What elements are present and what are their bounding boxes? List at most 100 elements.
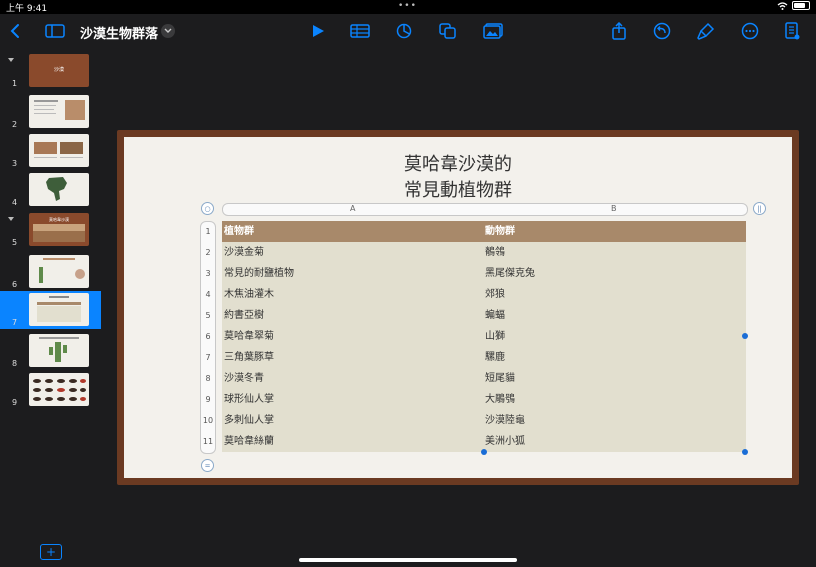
row-number[interactable]: 5 <box>201 311 215 320</box>
table-cell[interactable]: 莫哈韋翠菊 <box>224 326 274 347</box>
table-cell[interactable]: 騾鹿 <box>485 347 505 368</box>
slide-number: 5 <box>12 238 18 247</box>
slide-thumbnail-6[interactable]: 6 <box>0 253 101 291</box>
table-select-handle-icon[interactable]: ○ <box>201 202 214 215</box>
table-cell[interactable]: 球形仙人掌 <box>224 389 274 410</box>
slide-title-line-1: 莫哈韋沙漠的 <box>404 154 512 175</box>
table-row[interactable]: 木焦油灌木 郊狼 <box>222 284 746 306</box>
add-column-handle-icon[interactable]: || <box>753 202 766 215</box>
add-slide-button[interactable]: + <box>40 544 62 560</box>
home-indicator[interactable] <box>299 558 517 562</box>
document-icon[interactable] <box>781 20 803 42</box>
row-number[interactable]: 4 <box>201 290 215 299</box>
slide-preview-title: 莫哈韋沙漠 <box>49 217 69 222</box>
table-cell[interactable]: 大鵰鴞 <box>485 389 515 410</box>
table-row[interactable]: 莫哈韋翠菊 山獅 <box>222 326 746 348</box>
table-row[interactable]: 沙漠冬青 短尾貓 <box>222 368 746 390</box>
table-header-row[interactable]: 植物群 動物群 <box>222 221 746 243</box>
table-row[interactable]: 三角葉豚草 騾鹿 <box>222 347 746 369</box>
status-time: 上午 9:41 <box>6 4 48 14</box>
table-row[interactable]: 多刺仙人掌 沙漠陸龜 <box>222 410 746 432</box>
table-cell[interactable]: 常見的耐鹽植物 <box>224 263 294 284</box>
wifi-icon <box>777 1 788 10</box>
media-icon[interactable] <box>482 20 504 42</box>
slide-preview-title: 沙漠 <box>53 67 64 73</box>
table-cell[interactable]: 美洲小狐 <box>485 431 525 452</box>
slide-thumbnail-7[interactable]: 7 <box>0 291 101 329</box>
share-icon[interactable] <box>608 20 630 42</box>
table-header-cell[interactable]: 動物群 <box>485 221 515 242</box>
table-cell[interactable]: 莫哈韋絲蘭 <box>224 431 274 452</box>
resize-handle-bottom[interactable] <box>481 449 487 455</box>
column-letter-a[interactable]: A <box>350 204 355 213</box>
title-menu-chevron-icon[interactable] <box>161 24 175 38</box>
table-cell[interactable]: 山獅 <box>485 326 505 347</box>
undo-icon[interactable] <box>651 20 673 42</box>
column-header-bar[interactable]: A B <box>222 203 748 216</box>
more-icon[interactable] <box>739 20 761 42</box>
table-icon[interactable] <box>349 20 371 42</box>
shapes-icon[interactable] <box>437 20 459 42</box>
table-row[interactable]: 沙漠金菊 鶺鴒 <box>222 242 746 264</box>
resize-handle-right[interactable] <box>742 333 748 339</box>
slide-title[interactable]: 莫哈韋沙漠的 常見動植物群 <box>124 152 792 204</box>
collapse-disclosure-icon[interactable] <box>8 217 14 221</box>
table-cell[interactable]: 木焦油灌木 <box>224 284 274 305</box>
table-row[interactable]: 球形仙人掌 大鵰鴞 <box>222 389 746 411</box>
row-number[interactable]: 1 <box>201 227 215 236</box>
play-icon[interactable] <box>307 20 329 42</box>
slide-thumbnail-9[interactable]: 9 <box>0 371 101 409</box>
table-cell[interactable]: 沙漠冬青 <box>224 368 264 389</box>
row-number[interactable]: 7 <box>201 353 215 362</box>
table-cell[interactable]: 郊狼 <box>485 284 505 305</box>
slide-number: 7 <box>12 318 18 327</box>
slide-preview: 沙漠 <box>29 54 89 87</box>
back-chevron-icon[interactable] <box>4 20 26 42</box>
slide-preview <box>29 134 89 167</box>
slide-preview <box>29 334 89 367</box>
table-cell[interactable]: 三角葉豚草 <box>224 347 274 368</box>
table-cell[interactable]: 沙漠金菊 <box>224 242 264 263</box>
slide-thumbnail-1[interactable]: 沙漠 1 <box>0 52 101 90</box>
table-cell[interactable]: 蝙蝠 <box>485 305 505 326</box>
add-row-handle-icon[interactable]: = <box>201 459 214 472</box>
status-indicators <box>777 1 810 10</box>
table-cell[interactable]: 鶺鴒 <box>485 242 505 263</box>
slide-thumbnail-5[interactable]: 莫哈韋沙漠 5 <box>0 211 101 249</box>
slide-thumbnail-8[interactable]: 8 <box>0 332 101 370</box>
battery-icon <box>792 1 810 10</box>
chart-icon[interactable] <box>393 20 415 42</box>
table-row[interactable]: 約書亞樹 蝙蝠 <box>222 305 746 327</box>
sidebar-toggle-icon[interactable] <box>44 20 66 42</box>
table-header-cell[interactable]: 植物群 <box>224 221 254 242</box>
row-number[interactable]: 6 <box>201 332 215 341</box>
slide-preview <box>29 373 89 406</box>
row-number[interactable]: 8 <box>201 374 215 383</box>
table-cell[interactable]: 黑尾傑克兔 <box>485 263 535 284</box>
row-number[interactable]: 11 <box>201 437 215 446</box>
toolbar: 沙漠生物群落 <box>0 14 816 48</box>
table-cell[interactable]: 沙漠陸龜 <box>485 410 525 431</box>
slide-title-line-2: 常見動植物群 <box>404 180 512 201</box>
slide-number: 2 <box>12 120 18 129</box>
document-title[interactable]: 沙漠生物群落 <box>80 23 158 42</box>
slide-thumbnail-3[interactable]: 3 <box>0 132 101 170</box>
slide-thumbnail-2[interactable]: 2 <box>0 93 101 131</box>
table-cell[interactable]: 多刺仙人掌 <box>224 410 274 431</box>
plus-icon: + <box>45 545 57 559</box>
row-header-bar[interactable]: 1 2 3 4 5 6 7 8 9 10 11 <box>200 221 216 454</box>
slide-thumbnail-4[interactable]: 4 <box>0 171 101 209</box>
table-cell[interactable]: 約書亞樹 <box>224 305 264 326</box>
format-brush-icon[interactable] <box>695 20 717 42</box>
resize-handle-corner[interactable] <box>742 449 748 455</box>
slide-preview <box>29 255 89 288</box>
column-letter-b[interactable]: B <box>611 204 617 213</box>
table-row[interactable]: 常見的耐鹽植物 黑尾傑克兔 <box>222 263 746 285</box>
collapse-disclosure-icon[interactable] <box>8 58 14 62</box>
table-cell[interactable]: 短尾貓 <box>485 368 515 389</box>
row-number[interactable]: 3 <box>201 269 215 278</box>
row-number[interactable]: 9 <box>201 395 215 404</box>
row-number[interactable]: 2 <box>201 248 215 257</box>
multitasking-dots[interactable]: ••• <box>398 1 417 11</box>
row-number[interactable]: 10 <box>201 416 215 425</box>
